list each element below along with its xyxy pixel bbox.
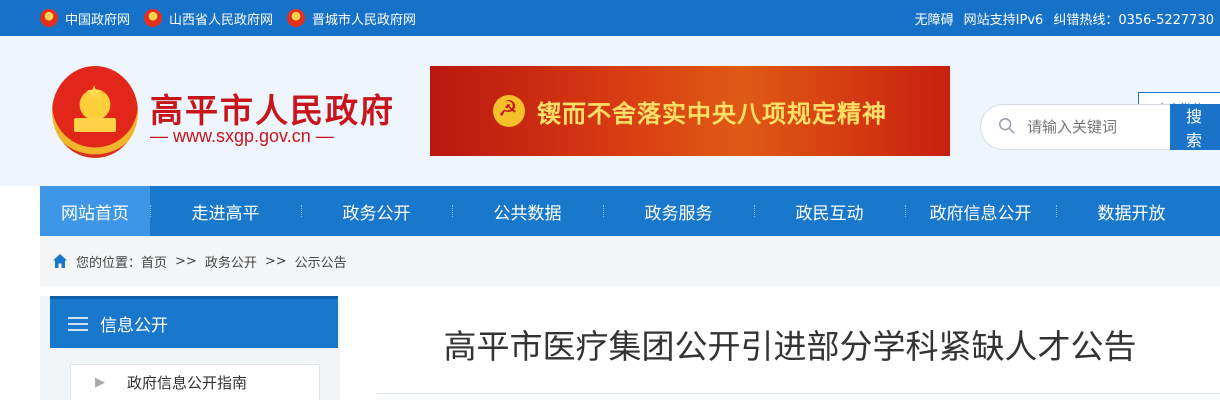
party-emblem-icon [493, 95, 525, 127]
breadcrumb-label: 您的位置： [76, 255, 142, 271]
sidebar-item-disclosure-guide[interactable]: ▶ 政府信息公开指南 [70, 364, 320, 400]
hotline-label: 纠错热线：0356-5227730 [1053, 12, 1214, 28]
accessibility-link[interactable]: 无障碍 [915, 9, 954, 28]
link-china-gov[interactable]: 中国政府网 [40, 9, 130, 28]
link-label: 中国政府网 [65, 12, 131, 28]
national-emblem-icon [40, 9, 58, 27]
play-arrow-icon: ▶ [95, 375, 105, 390]
sidebar-header: 信息公开 [50, 296, 338, 348]
national-emblem-icon [144, 9, 163, 27]
national-emblem-icon [287, 9, 306, 27]
site-url: — www.sxgp.gov.cn — [150, 126, 334, 146]
nav-item-services[interactable]: 政务服务 [603, 186, 754, 236]
nav-item-home[interactable]: 网站首页 [40, 186, 150, 236]
tiananmen-gate-icon [74, 118, 116, 132]
link-jincheng-gov[interactable]: 晋城市人民政府网 [287, 9, 416, 28]
article-title: 高平市医疗集团公开引进部分学科紧缺人才公告 [443, 327, 1137, 366]
nav-item-open-data[interactable]: 数据开放 [1056, 186, 1207, 236]
nav-item-about[interactable]: 走进高平 [150, 186, 301, 236]
link-label: 晋城市人民政府网 [312, 12, 417, 28]
site-name[interactable]: 高平市人民政府 [150, 84, 395, 132]
breadcrumb-home[interactable]: 首页 [141, 252, 167, 271]
breadcrumb-separator: >> [175, 253, 197, 269]
top-links: 中国政府网 山西省人民政府网 晋城市人民政府网 [40, 0, 430, 36]
banner[interactable]: 锲而不舍落实中央八项规定精神 [430, 66, 950, 156]
site-header: ★ 高平市人民政府 — www.sxgp.gov.cn — 锲而不舍落实中央八项… [0, 36, 1220, 186]
search-icon [998, 117, 1015, 134]
national-emblem-logo-icon[interactable]: ★ [52, 66, 138, 158]
top-right-links: 无障碍 网站支持IPv6 纠错热线：0356-5227730 [905, 0, 1214, 36]
home-icon [53, 254, 67, 268]
sidebar-item-label: 政府信息公开指南 [127, 374, 248, 392]
nav-item-public-data[interactable]: 公共数据 [452, 186, 603, 236]
top-bar: 中国政府网 山西省人民政府网 晋城市人民政府网 无障碍 网站支持IPv6 纠错热… [0, 0, 1220, 36]
nav-item-interaction[interactable]: 政民互动 [754, 186, 905, 236]
breadcrumb-notices[interactable]: 公示公告 [295, 252, 347, 271]
link-label: 山西省人民政府网 [169, 12, 274, 28]
article-divider [376, 393, 1220, 400]
star-icon: ★ [86, 82, 103, 103]
breadcrumb: 您的位置： 首页 >> 政务公开 >> 公示公告 [40, 236, 1220, 286]
breadcrumb-separator: >> [264, 253, 287, 269]
link-shanxi-gov[interactable]: 山西省人民政府网 [144, 9, 273, 28]
menu-icon [68, 316, 88, 331]
sidebar-title: 信息公开 [100, 316, 168, 336]
nav-item-info-disclosure[interactable]: 政府信息公开 [905, 186, 1056, 236]
ipv6-label: 网站支持IPv6 [963, 12, 1044, 28]
banner-text: 锲而不舍落实中央八项规定精神 [537, 99, 887, 128]
breadcrumb-gov-affairs[interactable]: 政务公开 [205, 252, 257, 271]
main-nav: 网站首页 走进高平 政务公开 公共数据 政务服务 政民互动 政府信息公开 数据开… [40, 186, 1220, 236]
search-button[interactable]: 搜 索 [1170, 104, 1220, 150]
search-box: 搜 索 [980, 104, 1220, 150]
sidebar: 信息公开 ▶ 政府信息公开指南 [40, 296, 340, 400]
nav-item-gov-affairs[interactable]: 政务公开 [301, 186, 452, 236]
